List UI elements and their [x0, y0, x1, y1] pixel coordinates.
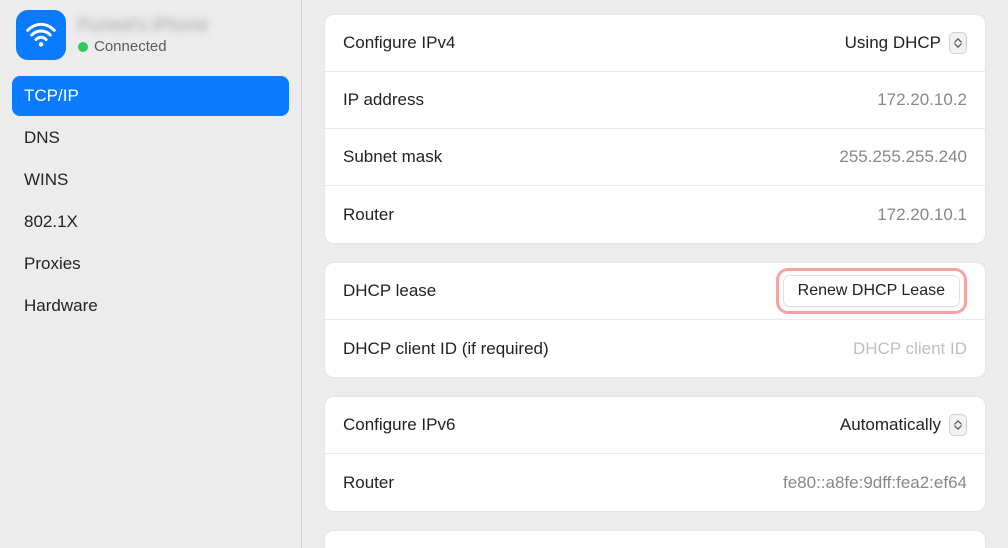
connection-status: Connected [78, 38, 209, 55]
status-dot-icon [78, 42, 88, 52]
network-header: Puneet's iPhone Connected [0, 10, 301, 70]
dhcp-client-id-label: DHCP client ID (if required) [343, 339, 549, 359]
network-name: Puneet's iPhone [78, 15, 209, 36]
dhcp-client-id-row: DHCP client ID (if required) DHCP client… [325, 320, 985, 377]
ipv4-group: Configure IPv4 Using DHCP IP address 172… [324, 14, 986, 244]
ip-address-value: 172.20.10.2 [877, 90, 967, 110]
sidebar-item-proxies[interactable]: Proxies [12, 244, 289, 284]
sidebar-item-hardware[interactable]: Hardware [12, 286, 289, 326]
ipv6-router-label: Router [343, 473, 394, 493]
sidebar-item-wins[interactable]: WINS [12, 160, 289, 200]
sidebar-item-dns[interactable]: DNS [12, 118, 289, 158]
dhcp-lease-label: DHCP lease [343, 281, 436, 301]
ipv6-group: Configure IPv6 Automatically Router fe80… [324, 396, 986, 512]
configure-ipv4-value: Using DHCP [845, 33, 941, 53]
subnet-mask-label: Subnet mask [343, 147, 442, 167]
ip-address-row: IP address 172.20.10.2 [325, 72, 985, 129]
status-text: Connected [94, 38, 167, 55]
dhcp-client-id-input[interactable]: DHCP client ID [853, 339, 967, 359]
ip-address-label: IP address [343, 90, 424, 110]
ipv4-router-label: Router [343, 205, 394, 225]
configure-ipv6-value: Automatically [840, 415, 941, 435]
configure-ipv4-row: Configure IPv4 Using DHCP [325, 15, 985, 72]
sidebar-item-tcpip[interactable]: TCP/IP [12, 76, 289, 116]
renew-highlight: Renew DHCP Lease [776, 268, 967, 314]
ipv6-router-row: Router fe80::a8fe:9dff:fea2:ef64 [325, 454, 985, 511]
sidebar-item-8021x[interactable]: 802.1X [12, 202, 289, 242]
dhcp-lease-row: DHCP lease Renew DHCP Lease [325, 263, 985, 320]
ipv6-addresses-header: IPv6 address Prefix length [325, 531, 985, 548]
ipv4-router-row: Router 172.20.10.1 [325, 186, 985, 243]
configure-ipv4-select[interactable]: Using DHCP [845, 32, 967, 54]
subnet-mask-value: 255.255.255.240 [839, 147, 967, 167]
subnet-mask-row: Subnet mask 255.255.255.240 [325, 129, 985, 186]
ipv6-addresses-group: IPv6 address Prefix length [324, 530, 986, 548]
ipv6-router-value: fe80::a8fe:9dff:fea2:ef64 [783, 473, 967, 493]
main-content: Configure IPv4 Using DHCP IP address 172… [302, 0, 1008, 548]
updown-icon [949, 414, 967, 436]
dhcp-group: DHCP lease Renew DHCP Lease DHCP client … [324, 262, 986, 378]
configure-ipv6-row: Configure IPv6 Automatically [325, 397, 985, 454]
ipv4-router-value: 172.20.10.1 [877, 205, 967, 225]
configure-ipv4-label: Configure IPv4 [343, 33, 455, 53]
wifi-icon [16, 10, 66, 60]
configure-ipv6-select[interactable]: Automatically [840, 414, 967, 436]
sidebar-nav-list: TCP/IP DNS WINS 802.1X Proxies Hardware [0, 70, 301, 335]
renew-dhcp-lease-button[interactable]: Renew DHCP Lease [783, 275, 960, 307]
sidebar: Puneet's iPhone Connected TCP/IP DNS WIN… [0, 0, 302, 548]
configure-ipv6-label: Configure IPv6 [343, 415, 455, 435]
updown-icon [949, 32, 967, 54]
